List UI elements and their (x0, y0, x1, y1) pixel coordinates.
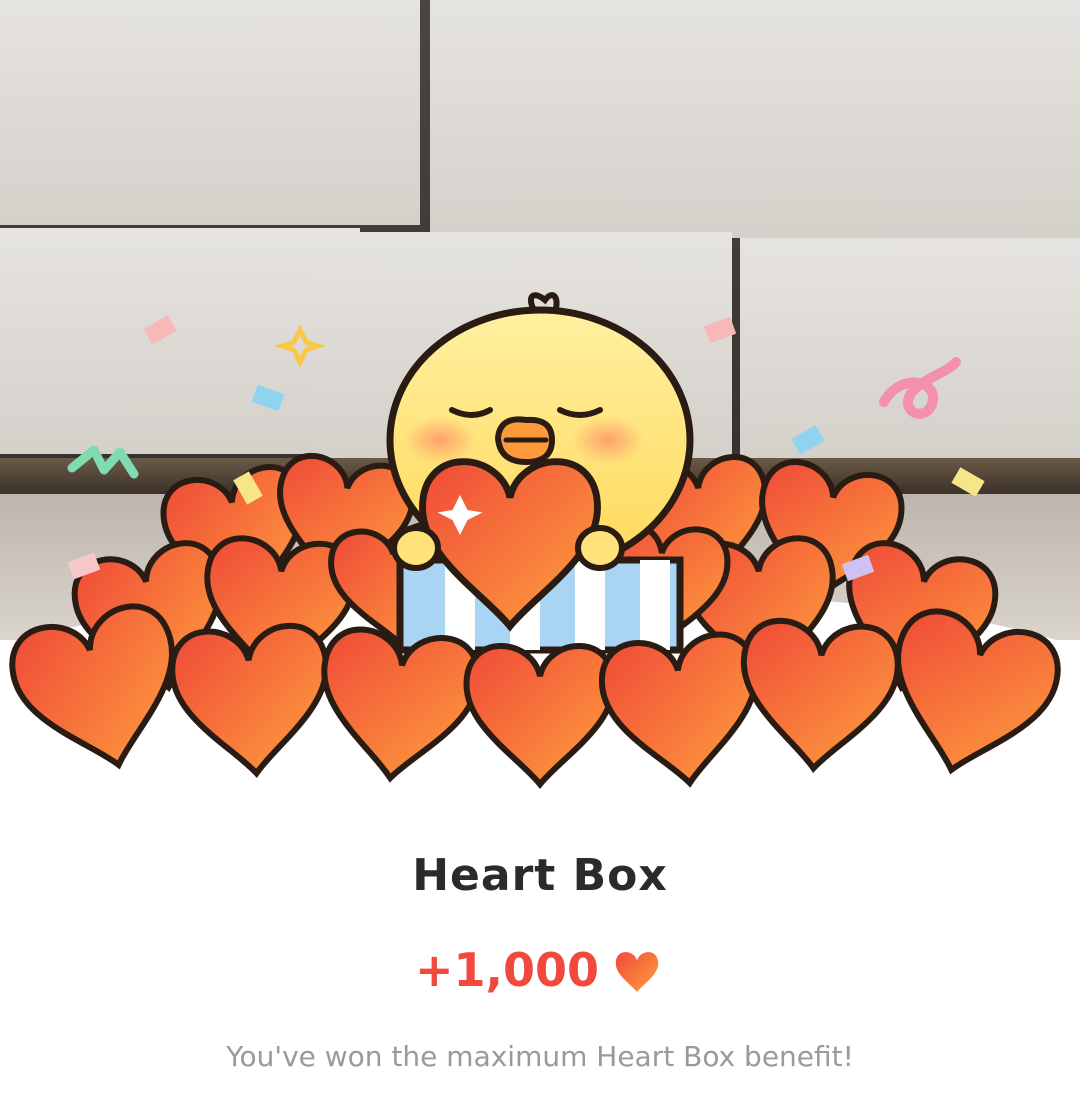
confetti-curl (879, 357, 961, 419)
reward-amount-row: +1,000 (0, 935, 1080, 1005)
chick-holding-heart-illustration (0, 292, 1080, 800)
heart-front-5 (737, 618, 901, 773)
reward-title: Heart Box (412, 850, 668, 901)
heart-front-2 (314, 626, 482, 786)
chick-left-wing (391, 525, 441, 571)
heart-front-4 (598, 631, 766, 791)
confetti-piece-4 (951, 467, 985, 497)
heart-front-3 (467, 646, 614, 784)
confetti-piece-2 (703, 316, 737, 344)
heart-front-0 (4, 598, 197, 784)
confetti-piece-0 (143, 315, 177, 345)
confetti-piece-1 (251, 384, 285, 412)
sparkle-icon (274, 324, 326, 368)
heart-front-1 (170, 623, 334, 778)
confetti-squiggle (67, 445, 139, 479)
heart-icon (615, 952, 659, 992)
reward-message: You've won the maximum Heart Box benefit… (226, 1040, 854, 1073)
reward-amount: +1,000 (414, 943, 600, 997)
heart-front-6 (873, 603, 1066, 789)
chick-right-wing (575, 525, 625, 571)
confetti-piece-3 (791, 425, 825, 455)
